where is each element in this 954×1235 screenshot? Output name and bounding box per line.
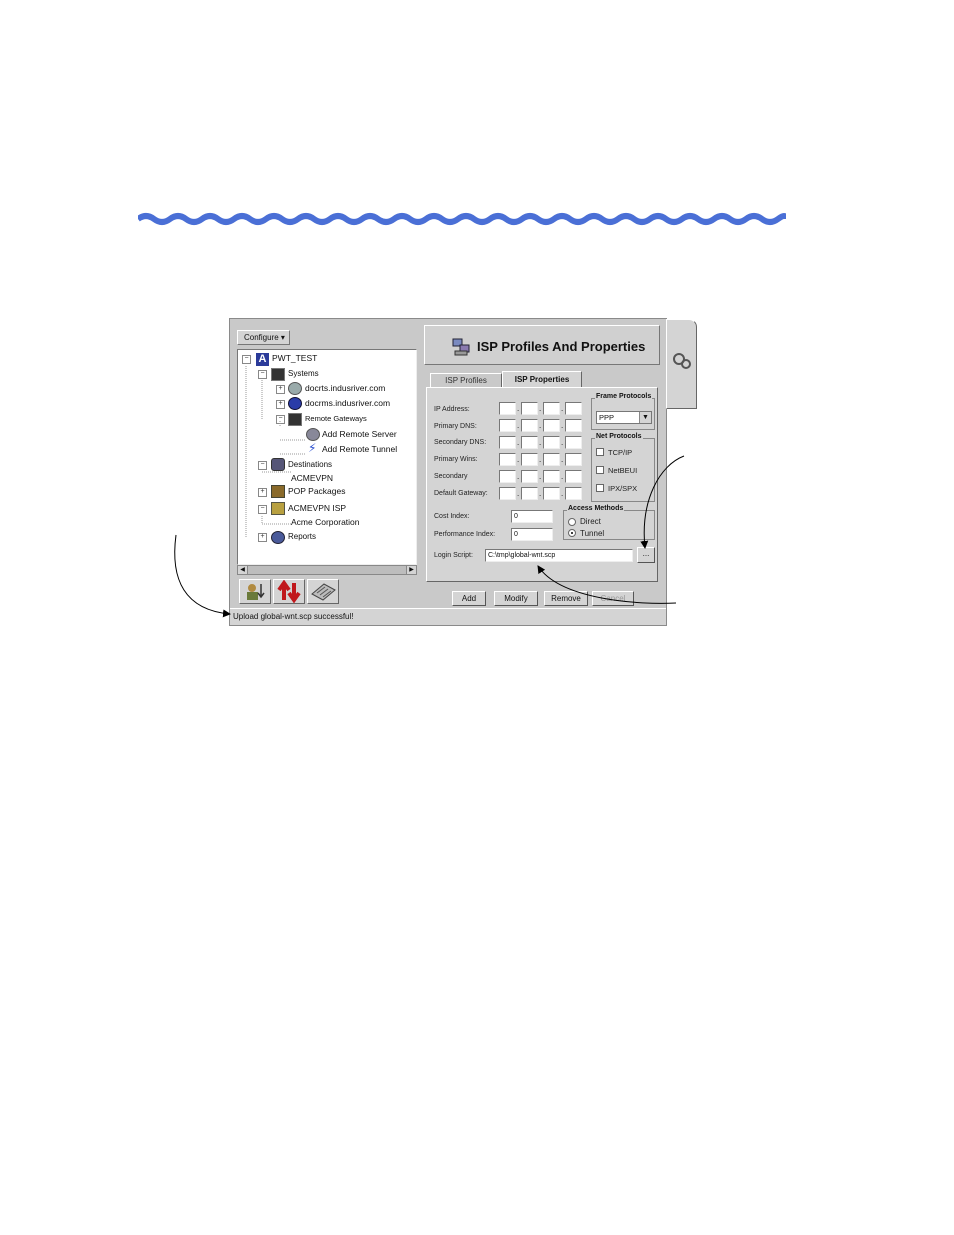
tcpip-checkbox[interactable] — [596, 448, 604, 456]
default-gateway-label: Default Gateway: — [434, 490, 488, 497]
right-pane: ISP Profiles And Properties ISP Profiles… — [424, 325, 660, 606]
tree-lines — [245, 366, 306, 538]
octet-separator: . — [561, 472, 564, 481]
decorative-wave-rule — [138, 213, 786, 225]
ip-octet-input[interactable] — [521, 436, 538, 449]
user-download-icon — [247, 584, 265, 600]
login-script-label: Login Script: — [434, 552, 473, 559]
ip-octet-input[interactable] — [543, 419, 560, 432]
isp-computers-icon — [452, 338, 470, 356]
login-script-input[interactable]: C:\tmp\global-wnt.scp — [485, 549, 633, 562]
side-tab[interactable] — [666, 319, 697, 409]
ip-octet-input[interactable] — [543, 436, 560, 449]
octet-separator: . — [561, 404, 564, 413]
octet-separator: . — [539, 438, 542, 447]
ip-octet-input[interactable] — [543, 487, 560, 500]
octet-separator: . — [517, 421, 520, 430]
performance-index-label: Performance Index: — [434, 531, 496, 538]
octet-separator: . — [539, 455, 542, 464]
octet-separator: . — [517, 404, 520, 413]
ip-octet-input[interactable] — [499, 487, 516, 500]
ip-octet-input[interactable] — [543, 470, 560, 483]
octet-separator: . — [517, 438, 520, 447]
ip-octet-input[interactable] — [521, 402, 538, 415]
secondary-wins-label: Secondary — [434, 473, 468, 480]
up-down-arrows-icon — [277, 579, 301, 604]
octet-separator: . — [539, 489, 542, 498]
upload-user-button[interactable] — [239, 579, 271, 604]
keyboard-icon — [311, 583, 336, 601]
octet-separator: . — [517, 489, 520, 498]
panel-header: ISP Profiles And Properties — [424, 325, 660, 365]
ip-octet-input[interactable] — [565, 419, 582, 432]
application-window: Configure ▾ − A PWT_TEST − Systems + doc… — [229, 318, 697, 626]
netbeui-checkbox[interactable] — [596, 466, 604, 474]
octet-separator: . — [561, 421, 564, 430]
ipxspx-label: IPX/SPX — [608, 484, 638, 493]
ip-octet-input[interactable] — [499, 419, 516, 432]
left-pane: Configure ▾ − A PWT_TEST − Systems + doc… — [233, 325, 419, 604]
ip-octet-input[interactable] — [543, 402, 560, 415]
tunnel-radio[interactable] — [568, 529, 576, 537]
transfer-button[interactable] — [273, 579, 305, 604]
ip-octet-input[interactable] — [565, 436, 582, 449]
performance-index-input[interactable]: 0 — [511, 528, 553, 541]
octet-separator: . — [539, 421, 542, 430]
ip-octet-input[interactable] — [521, 419, 538, 432]
configure-button[interactable]: Configure ▾ — [237, 330, 290, 345]
horizontal-scrollbar[interactable]: ◀ ▶ — [237, 565, 417, 575]
octet-separator: . — [517, 455, 520, 464]
octet-separator: . — [561, 438, 564, 447]
tab-isp-properties[interactable]: ISP Properties — [502, 371, 582, 388]
ip-octet-input[interactable] — [521, 453, 538, 466]
ipxspx-checkbox[interactable] — [596, 484, 604, 492]
scroll-left-icon[interactable]: ◀ — [238, 566, 248, 574]
secondary-dns-label: Secondary DNS: — [434, 439, 487, 446]
octet-separator: . — [539, 472, 542, 481]
direct-label: Direct — [580, 517, 601, 526]
tab-isp-profiles[interactable]: ISP Profiles — [430, 373, 502, 388]
direct-radio[interactable] — [568, 518, 576, 526]
gears-icon — [673, 353, 691, 369]
net-protocols-group: Net Protocols TCP/IP NetBEUI IPX/SPX — [591, 433, 655, 502]
ip-address-label: IP Address: — [434, 406, 470, 413]
primary-wins-label: Primary Wins: — [434, 456, 478, 463]
ip-octet-input[interactable] — [565, 487, 582, 500]
remove-button[interactable]: Remove — [544, 591, 588, 606]
ip-octet-input[interactable] — [565, 470, 582, 483]
ip-octet-input[interactable] — [543, 453, 560, 466]
ip-octet-input[interactable] — [499, 453, 516, 466]
octet-separator: . — [561, 489, 564, 498]
primary-dns-label: Primary DNS: — [434, 423, 477, 430]
ip-octet-input[interactable] — [499, 470, 516, 483]
octet-separator: . — [561, 455, 564, 464]
tcpip-label: TCP/IP — [608, 448, 633, 457]
cost-index-label: Cost Index: — [434, 513, 470, 520]
cost-index-input[interactable]: 0 — [511, 510, 553, 523]
tunnel-label: Tunnel — [580, 529, 605, 538]
panel-title: ISP Profiles And Properties — [477, 339, 646, 354]
ip-octet-input[interactable] — [521, 487, 538, 500]
ip-octet-input[interactable] — [521, 470, 538, 483]
ip-octet-input[interactable] — [499, 402, 516, 415]
chevron-down-icon[interactable]: ▼ — [639, 412, 651, 423]
frame-protocol-select[interactable]: PPP ▼ — [596, 411, 652, 424]
settings-button[interactable] — [307, 579, 339, 604]
status-bar: Upload global-wnt.scp successful! — [230, 608, 666, 625]
access-methods-group: Access Methods Direct Tunnel — [563, 505, 655, 540]
config-tree[interactable]: − A PWT_TEST − Systems + docrts.indusriv… — [237, 349, 417, 565]
octet-separator: . — [517, 472, 520, 481]
cancel-button: Cancel — [592, 591, 634, 606]
octet-separator: . — [539, 404, 542, 413]
ip-octet-input[interactable] — [499, 436, 516, 449]
isp-properties-panel: IP Address: Primary DNS: Secondary DNS: … — [426, 387, 658, 582]
frame-protocols-group: Frame Protocols PPP ▼ — [591, 393, 655, 430]
add-button[interactable]: Add — [452, 591, 486, 606]
ip-octet-input[interactable] — [565, 453, 582, 466]
ip-octet-input[interactable] — [565, 402, 582, 415]
scroll-right-icon[interactable]: ▶ — [406, 566, 416, 574]
modify-button[interactable]: Modify — [494, 591, 538, 606]
netbeui-label: NetBEUI — [608, 466, 638, 475]
browse-button[interactable]: ... — [637, 547, 655, 563]
